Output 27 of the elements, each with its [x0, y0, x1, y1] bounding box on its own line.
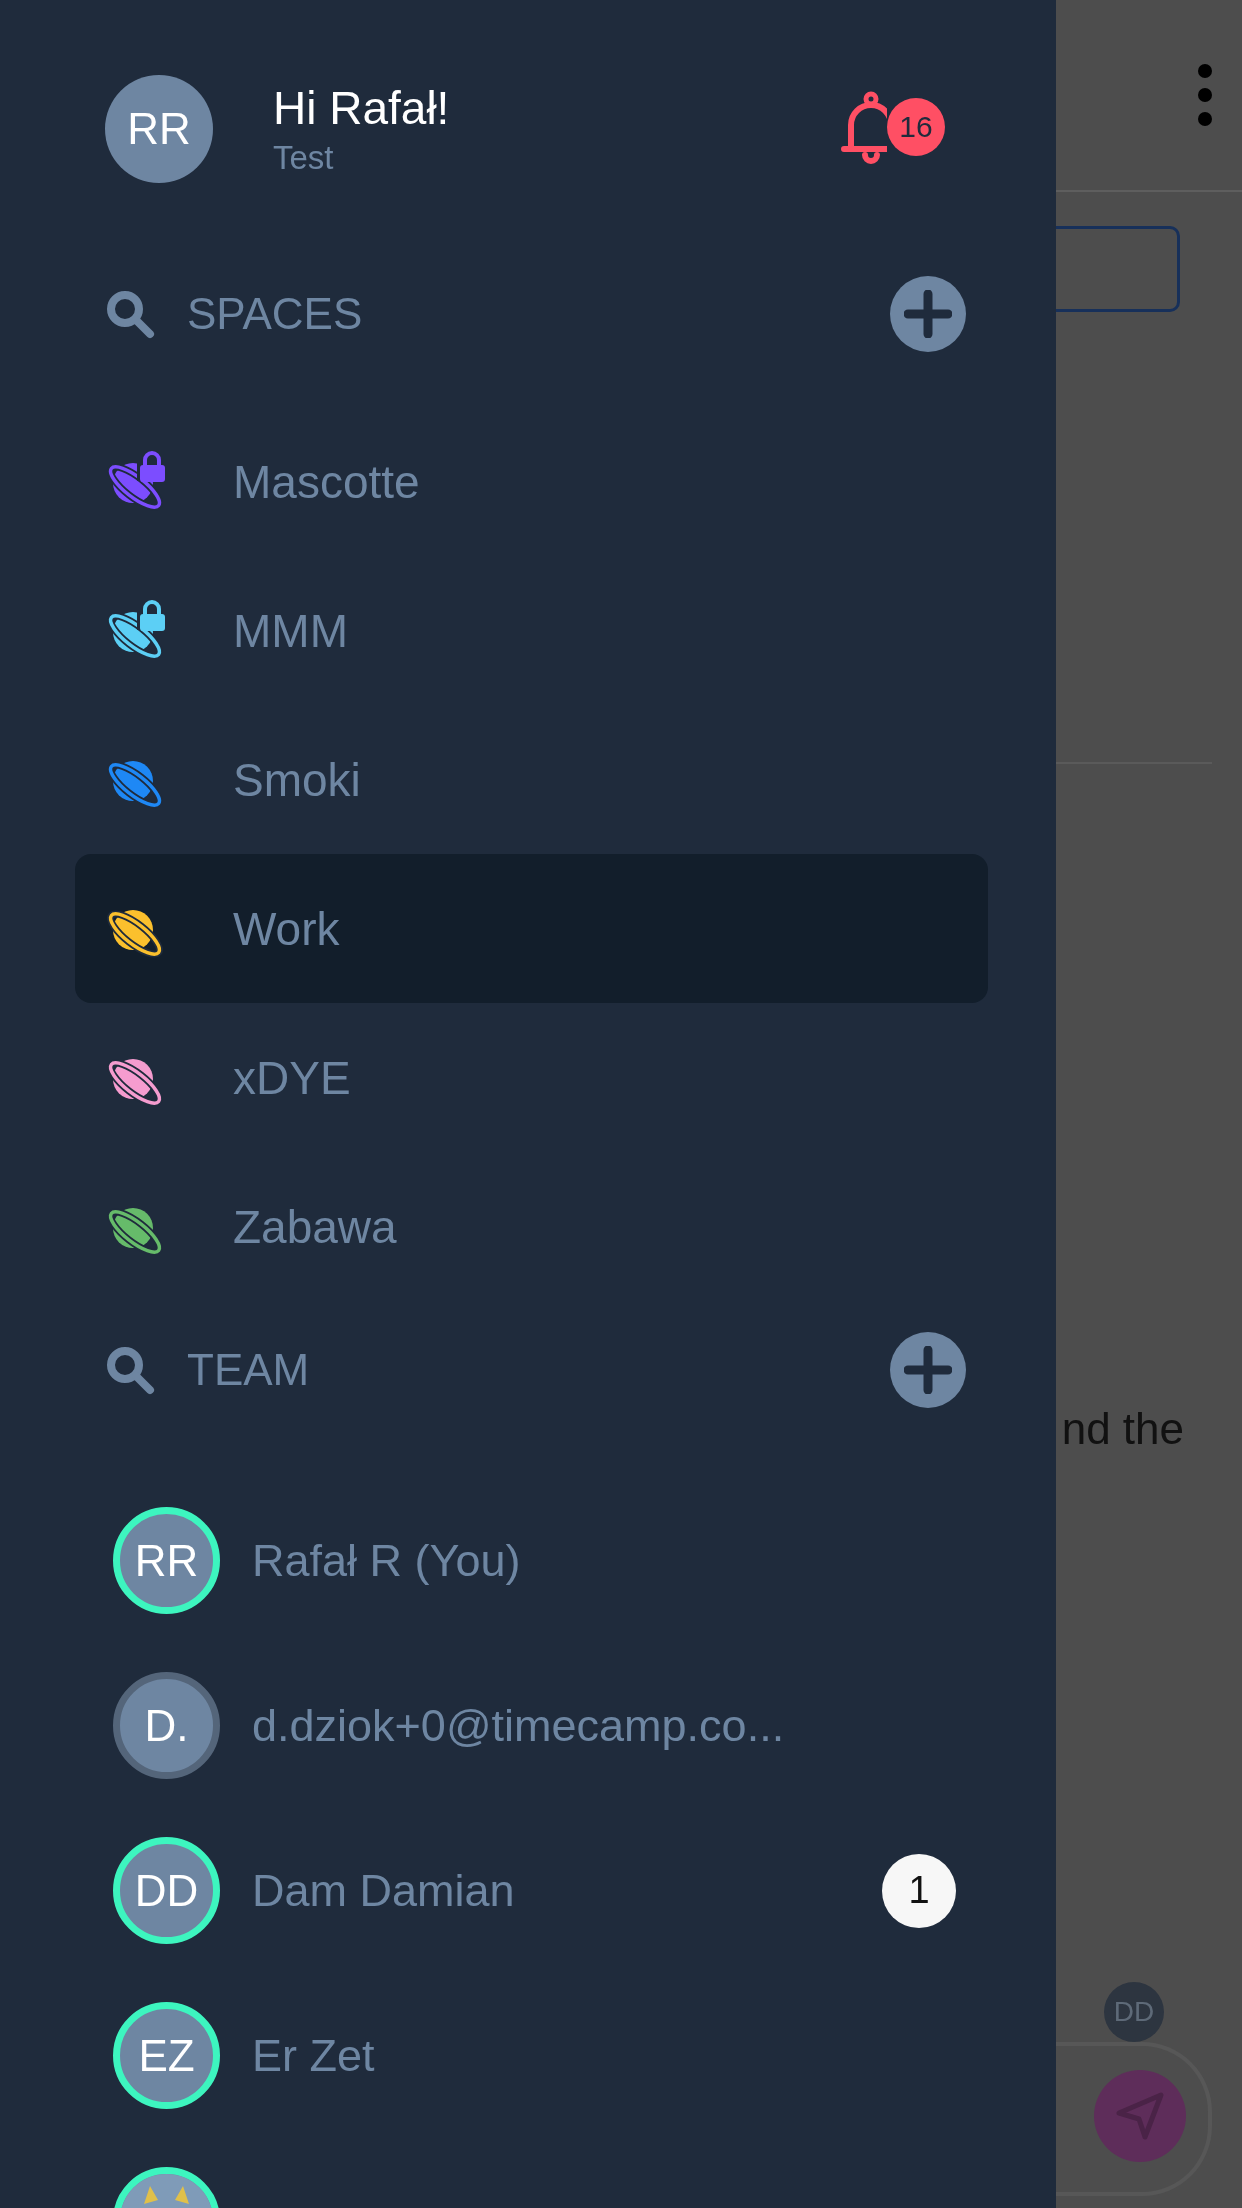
- space-item[interactable]: Mascotte: [75, 407, 988, 556]
- input-field[interactable]: [1056, 226, 1180, 312]
- search-icon[interactable]: [105, 289, 155, 339]
- member-avatar[interactable]: RR: [113, 1507, 220, 1614]
- member-avatar[interactable]: D.: [113, 1672, 220, 1779]
- notification-badge: 16: [887, 98, 945, 156]
- message-text: nd the: [1061, 1404, 1184, 1454]
- greeting: Hi Rafał!: [273, 81, 451, 135]
- unread-badge: 1: [882, 1853, 956, 1928]
- space-item[interactable]: Zabawa: [75, 1152, 988, 1301]
- space-item[interactable]: xDYE: [75, 1003, 988, 1152]
- section-heading: TEAM: [187, 1345, 311, 1395]
- avatar: DD: [1104, 1982, 1164, 2042]
- member-avatar[interactable]: EZ: [113, 2002, 220, 2109]
- user-subtitle: Test: [273, 139, 335, 177]
- member-name[interactable]: Rafał R (You): [252, 1534, 956, 1587]
- more-icon[interactable]: [1198, 64, 1212, 126]
- member-name[interactable]: Er Zet: [252, 2029, 956, 2082]
- space-item[interactable]: Work: [75, 854, 988, 1003]
- member-name[interactable]: d.dziok+0@timecamp.co...: [252, 1699, 956, 1752]
- section-heading: SPACES: [187, 289, 364, 339]
- user-avatar[interactable]: RR: [105, 75, 213, 183]
- space-item[interactable]: MMM: [75, 556, 988, 705]
- search-icon[interactable]: [105, 1345, 155, 1395]
- member-avatar[interactable]: DD: [113, 1837, 220, 1944]
- space-item[interactable]: Smoki: [75, 705, 988, 854]
- member-name[interactable]: Dam Damian: [252, 1864, 882, 1917]
